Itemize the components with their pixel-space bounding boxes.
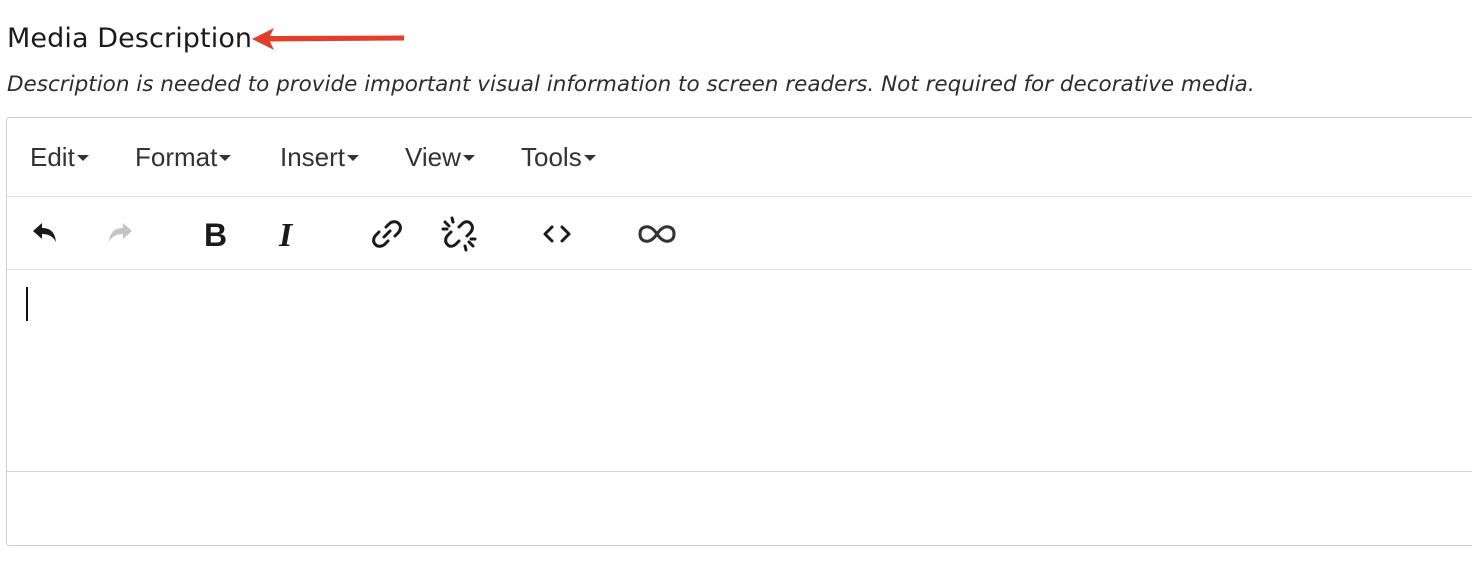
source-code-button[interactable] (537, 214, 577, 254)
bold-icon: B (204, 219, 227, 249)
menu-edit-label: Edit (30, 142, 75, 172)
source-code-icon (543, 225, 571, 243)
text-cursor (26, 287, 28, 321)
link-icon (372, 220, 402, 248)
anchor-button[interactable] (637, 214, 677, 254)
redo-button[interactable] (100, 214, 140, 254)
italic-button[interactable]: I (269, 214, 309, 254)
field-label: Media Description (7, 22, 253, 54)
caret-down-icon (583, 155, 596, 161)
menu-format[interactable]: Format (135, 142, 232, 173)
editor-content-area[interactable] (7, 270, 1472, 472)
italic-icon: I (278, 218, 294, 250)
menu-insert-label: Insert (280, 142, 346, 172)
field-label-row: Media Description (7, 18, 252, 58)
redo-icon (109, 223, 132, 242)
menu-view-label: View (405, 142, 461, 172)
remove-link-button[interactable] (439, 214, 479, 254)
svg-text:B: B (204, 219, 227, 249)
annotation-arrow-icon (252, 28, 404, 50)
menu-format-label: Format (135, 142, 218, 172)
rich-text-editor: Edit Format Insert View Tools B I (6, 117, 1472, 546)
infinity-icon (638, 225, 676, 243)
caret-down-icon (219, 155, 232, 161)
undo-button[interactable] (25, 214, 65, 254)
menu-tools[interactable]: Tools (521, 142, 596, 173)
editor-menubar: Edit Format Insert View Tools (7, 118, 1472, 197)
menu-tools-label: Tools (521, 142, 582, 172)
menu-insert[interactable]: Insert (280, 142, 360, 173)
editor-statusbar (7, 472, 1472, 544)
undo-icon (33, 223, 56, 242)
editor-toolbar: B I (7, 196, 1472, 270)
svg-text:I: I (278, 218, 294, 250)
menu-edit[interactable]: Edit (30, 142, 89, 173)
unlink-icon (441, 216, 477, 252)
caret-down-icon (462, 155, 475, 161)
menu-view[interactable]: View (405, 142, 475, 173)
caret-down-icon (76, 155, 89, 161)
help-text: Description is needed to provide importa… (7, 72, 1255, 97)
bold-button[interactable]: B (195, 214, 235, 254)
insert-link-button[interactable] (367, 214, 407, 254)
caret-down-icon (347, 155, 360, 161)
